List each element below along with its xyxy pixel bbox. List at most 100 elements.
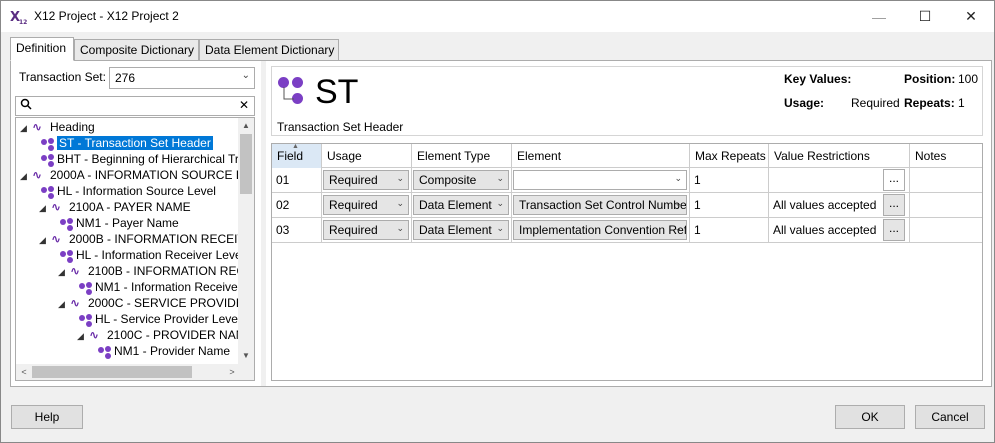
segment-icon xyxy=(58,217,76,231)
segment-icon xyxy=(39,137,57,151)
edit-restrictions-button[interactable]: ... xyxy=(883,169,905,191)
usage-label: Usage: xyxy=(784,96,825,110)
close-button[interactable]: ✕ xyxy=(948,1,994,32)
column-header-element-type[interactable]: Element Type xyxy=(412,144,512,168)
collapse-toggle-icon[interactable]: ◢ xyxy=(39,232,51,248)
element-select[interactable]: ⌄ xyxy=(513,170,687,190)
position-label: Position: xyxy=(904,72,956,86)
sort-ascending-icon: ▲ xyxy=(292,143,299,150)
help-button[interactable]: Help xyxy=(11,405,83,429)
tree-segment-node[interactable]: NM1 - Provider Name xyxy=(96,343,230,359)
tree-node-label: HL - Information Source Level xyxy=(57,184,216,198)
panel-splitter[interactable] xyxy=(261,61,266,386)
tree-segment-node[interactable]: BHT - Beginning of Hierarchical Transact… xyxy=(39,151,239,167)
usage-select[interactable]: Required ⌄ xyxy=(323,220,409,240)
minimize-button[interactable]: — xyxy=(856,1,902,32)
maximize-button[interactable]: ☐ xyxy=(902,1,948,32)
tree-node-label: 2000C - SERVICE PROVIDER LEVEL xyxy=(88,296,239,310)
tree-rows: ◢ ∿ Heading ST - Transaction Set Header BHT … xyxy=(16,118,239,364)
tree-segment-node[interactable]: HL - Information Receiver Level xyxy=(58,247,239,263)
usage-cell: Required ⌄ xyxy=(322,218,412,243)
clear-search-icon[interactable]: ✕ xyxy=(239,98,249,112)
column-header-field[interactable]: ▲ Field xyxy=(272,144,322,168)
collapse-toggle-icon[interactable]: ◢ xyxy=(77,328,89,344)
notes-cell[interactable] xyxy=(910,218,982,243)
scroll-thumb[interactable] xyxy=(240,134,252,194)
column-header-value-restrictions[interactable]: Value Restrictions xyxy=(769,144,910,168)
column-header-usage[interactable]: Usage xyxy=(322,144,412,168)
scroll-thumb-horizontal[interactable] xyxy=(32,366,192,378)
scroll-left-icon[interactable]: < xyxy=(16,364,32,380)
search-icon xyxy=(20,98,32,113)
element-type-cell: Data Element ⌄ xyxy=(412,218,512,243)
collapse-toggle-icon[interactable]: ◢ xyxy=(20,120,32,136)
edit-restrictions-button[interactable]: ... xyxy=(883,194,905,216)
element-type-cell: Composite ⌄ xyxy=(412,168,512,193)
tree-loop-node[interactable]: ◢∿ 2000C - SERVICE PROVIDER LEVEL xyxy=(58,295,239,311)
ok-button[interactable]: OK xyxy=(835,405,905,429)
tree-loop-node[interactable]: ◢∿ 2000B - INFORMATION RECEIVER LEVEL xyxy=(39,231,239,247)
tree-segment-node[interactable]: HL - Information Source Level xyxy=(39,183,216,199)
scroll-right-icon[interactable]: > xyxy=(224,364,240,380)
collapse-toggle-icon[interactable]: ◢ xyxy=(20,168,32,184)
tree-node-label: HL - Information Receiver Level xyxy=(76,248,239,262)
column-header-element[interactable]: Element xyxy=(512,144,690,168)
tree-segment-node[interactable]: NM1 - Payer Name xyxy=(58,215,179,231)
element-select[interactable]: Transaction Set Control Number ⌄ xyxy=(513,195,687,215)
chevron-down-icon: ⌄ xyxy=(396,198,404,208)
element-type-select[interactable]: Data Element ⌄ xyxy=(413,195,509,215)
tree-loop-node[interactable]: ◢∿ 2100B - INFORMATION RECEIVER NAME xyxy=(58,263,239,279)
scroll-up-icon[interactable]: ▲ xyxy=(238,118,254,134)
usage-select[interactable]: Required ⌄ xyxy=(323,195,409,215)
table-row: 02 Required ⌄ Data Element ⌄ Transaction S… xyxy=(272,193,982,218)
max-repeats-cell[interactable]: 1 xyxy=(690,168,769,193)
tab-definition[interactable]: Definition xyxy=(10,37,74,61)
max-repeats-cell[interactable]: 1 xyxy=(690,193,769,218)
svg-text:12: 12 xyxy=(19,19,27,26)
value-restrictions-cell: ... xyxy=(769,168,910,193)
cancel-button[interactable]: Cancel xyxy=(915,405,985,429)
element-type-cell: Data Element ⌄ xyxy=(412,193,512,218)
tree-loop-node[interactable]: ◢ ∿ Heading xyxy=(20,119,95,135)
tree-node-label: 2000B - INFORMATION RECEIVER LEVEL xyxy=(69,232,239,246)
chevron-down-icon: ⌄ xyxy=(674,223,682,233)
tree-horizontal-scrollbar[interactable]: < > xyxy=(16,364,254,380)
loop-icon: ∿ xyxy=(70,264,81,278)
transaction-set-select[interactable]: 276 ⌄ xyxy=(109,67,255,89)
tree-vertical-scrollbar[interactable]: ▲ ▼ xyxy=(238,118,254,364)
segment-icon xyxy=(96,345,114,359)
column-header-max-repeats[interactable]: Max Repeats xyxy=(690,144,769,168)
loop-icon: ∿ xyxy=(32,120,43,134)
tree-segment-node[interactable]: NM1 - Information Receiver Name xyxy=(77,279,239,295)
segment-header: ST Transaction Set Header Key Values: Po… xyxy=(271,66,983,136)
tree-node-label: Heading xyxy=(50,120,95,134)
notes-cell[interactable] xyxy=(910,193,982,218)
notes-cell[interactable] xyxy=(910,168,982,193)
tree-node-label: 2100A - PAYER NAME xyxy=(69,200,191,214)
collapse-toggle-icon[interactable]: ◢ xyxy=(39,200,51,216)
element-type-select[interactable]: Composite ⌄ xyxy=(413,170,509,190)
segment-tree: ◢ ∿ Heading ST - Transaction Set Header BHT … xyxy=(15,117,255,381)
transaction-set-label: Transaction Set: xyxy=(19,70,106,84)
tab-composite-dictionary[interactable]: Composite Dictionary xyxy=(74,39,199,61)
tree-loop-node[interactable]: ◢∿ 2100C - PROVIDER NAME xyxy=(77,327,239,343)
tree-segment-node[interactable]: HL - Service Provider Level xyxy=(77,311,239,327)
tree-node-label: HL - Service Provider Level xyxy=(95,312,239,326)
column-header-notes[interactable]: Notes xyxy=(910,144,982,168)
tree-segment-node[interactable]: ST - Transaction Set Header xyxy=(39,135,213,151)
collapse-toggle-icon[interactable]: ◢ xyxy=(58,264,70,280)
edit-restrictions-button[interactable]: ... xyxy=(883,219,905,241)
usage-select[interactable]: Required ⌄ xyxy=(323,170,409,190)
element-type-select[interactable]: Data Element ⌄ xyxy=(413,220,509,240)
tree-loop-node[interactable]: ◢ ∿ 2100A - PAYER NAME xyxy=(39,199,191,215)
element-select[interactable]: Implementation Convention Reference⌄ xyxy=(513,220,687,240)
scroll-down-icon[interactable]: ▼ xyxy=(238,348,254,364)
title-bar: X 12 X12 Project - X12 Project 2 — ☐ ✕ xyxy=(1,1,994,32)
tree-loop-node[interactable]: ◢∿ 2000A - INFORMATION SOURCE LEVEL xyxy=(20,167,239,183)
field-cell: 03 xyxy=(272,218,322,243)
max-repeats-cell[interactable]: 1 xyxy=(690,218,769,243)
search-input[interactable]: ✕ xyxy=(15,96,255,116)
collapse-toggle-icon[interactable]: ◢ xyxy=(58,296,70,312)
chevron-down-icon: ⌄ xyxy=(674,198,682,208)
tab-data-element-dictionary[interactable]: Data Element Dictionary xyxy=(199,39,339,61)
